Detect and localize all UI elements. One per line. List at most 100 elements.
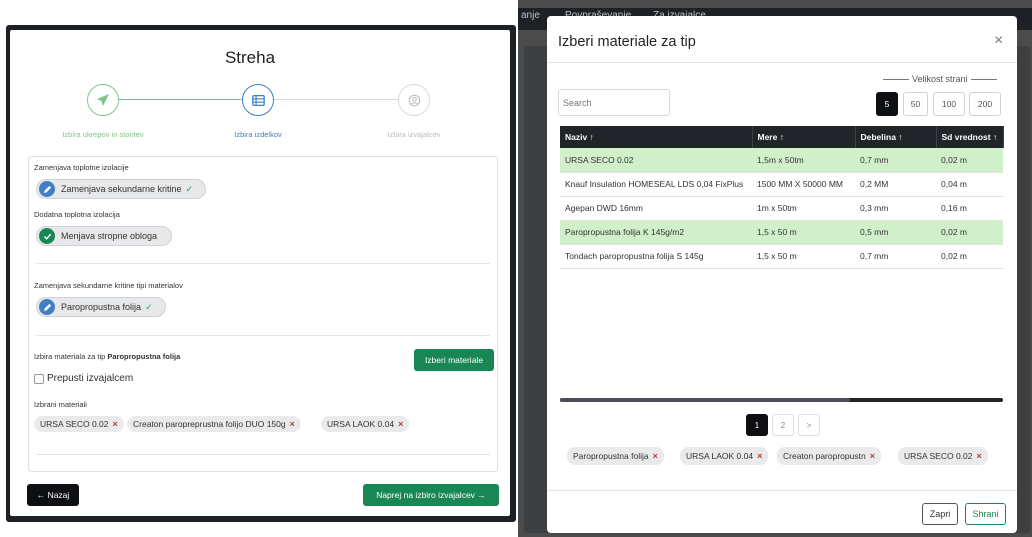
col-naziv[interactable]: Naziv ↑	[560, 126, 753, 148]
page-size-50[interactable]: 50	[903, 92, 928, 116]
cell-mere: 1,5 x 50 m	[752, 244, 855, 269]
table-row[interactable]: Agepan DWD 16mm 1m x 50tm 0,3 mm 0,16 m	[560, 196, 1003, 221]
section-label-izolacija: Zamenjava toplotne izolacije	[34, 163, 129, 172]
modal-title: Izberi materiale za tip	[558, 34, 696, 50]
col-sd-vrednost[interactable]: Sd vrednost ↑	[936, 126, 1004, 148]
step-2-label: Izbira izdelkov	[234, 130, 282, 139]
chip-label: URSA LAOK 0.04	[686, 451, 754, 461]
modal-header-divider	[547, 62, 1017, 63]
user-circle-icon	[408, 94, 420, 106]
cell-naziv: Knauf Insulation HOMESEAL LDS 0,04 FixPl…	[560, 172, 752, 197]
remove-icon[interactable]: ×	[398, 419, 403, 429]
page-size-5[interactable]: 5	[876, 92, 898, 116]
remove-icon[interactable]: ×	[653, 451, 658, 461]
selected-materials-label: Izbrani materiali	[34, 400, 87, 409]
materials-table: Naziv ↑ Mere ↑ Debelina ↑ Sd vrednost ↑ …	[560, 126, 1004, 269]
cell-mere: 1,5m x 50tm	[752, 148, 855, 173]
modal-footer-divider	[547, 490, 1017, 491]
material-type-name: Paropropustna folija	[107, 352, 181, 361]
cell-sd: 0,04 m	[936, 172, 1003, 197]
section-label-dodatna: Dodatna toplotna izolacija	[34, 210, 120, 219]
step-2-circle[interactable]	[242, 84, 274, 116]
cell-naziv: Agepan DWD 16mm	[560, 196, 752, 221]
stepper-line-pending	[272, 99, 398, 100]
section-label-tipi: Zamenjava sekundarne kritine tipi materi…	[34, 281, 183, 290]
chip-label: URSA SECO 0.02	[904, 451, 973, 461]
save-button[interactable]: Shrani	[965, 503, 1006, 525]
pill-menjava-obloga[interactable]: Menjava stropne obloga	[36, 226, 172, 246]
cell-naziv: URSA SECO 0.02	[560, 148, 752, 173]
cell-naziv: Paropropustna folija K 145g/m2	[560, 220, 752, 245]
cell-naziv: Tondach paropropustna folija S 145g	[560, 244, 752, 269]
step-1-label: Izbira ukrepov in storitev	[62, 130, 144, 139]
nav-item-anje[interactable]: anje	[521, 10, 540, 21]
table-row[interactable]: URSA SECO 0.02 1,5m x 50tm 0,7 mm 0,02 m	[560, 148, 1003, 173]
chip-label: URSA LAOK 0.04	[327, 419, 395, 429]
divider	[36, 454, 490, 455]
remove-icon[interactable]: ×	[113, 419, 118, 429]
remove-icon[interactable]: ×	[757, 451, 762, 461]
table-row[interactable]: Paropropustna folija K 145g/m2 1,5 x 50 …	[560, 220, 1003, 245]
next-button[interactable]: Naprej na izbiro izvajalcev →	[363, 484, 499, 506]
pencil-icon	[39, 181, 55, 197]
table-row[interactable]: Tondach paropropustna folija S 145g 1,5 …	[560, 244, 1003, 269]
selected-chip[interactable]: Creaton paropreprustna folijo DUO 150g ×	[127, 416, 301, 432]
cell-debelina: 0,7 mm	[855, 148, 936, 173]
cell-sd: 0,02 m	[936, 244, 1003, 269]
cell-debelina: 0,7 mm	[855, 244, 936, 269]
col-mere[interactable]: Mere ↑	[752, 126, 856, 148]
select-materials-button[interactable]: Izberi materiale	[414, 349, 494, 371]
pill-label: Zamenjava sekundarne kritine	[61, 184, 182, 194]
remove-icon[interactable]: ×	[870, 451, 875, 461]
check-icon: ✓	[145, 301, 153, 312]
step-1-circle[interactable]	[87, 84, 119, 116]
close-button[interactable]: Zapri	[922, 503, 958, 525]
step-3-circle[interactable]	[398, 84, 430, 116]
chip-label: Paropropustna folija	[573, 451, 649, 461]
chip-label: Creaton paropropustn	[783, 451, 866, 461]
cell-sd: 0,02 m	[936, 148, 1003, 173]
page-2-button[interactable]: 2	[772, 414, 794, 436]
cell-debelina: 0,3 mm	[855, 196, 936, 221]
divider	[36, 263, 490, 264]
dash	[883, 78, 909, 80]
divider	[36, 335, 490, 336]
pill-paropropustna[interactable]: Paropropustna folija ✓	[36, 297, 166, 317]
page-size-100[interactable]: 100	[933, 92, 965, 116]
back-button[interactable]: ← Nazaj	[27, 484, 79, 506]
list-icon	[251, 94, 265, 106]
modal-chip[interactable]: Paropropustna folija ×	[567, 447, 664, 465]
pill-label: Paropropustna folija	[61, 302, 142, 312]
leave-to-contractor-label: Prepusti izvajalcem	[47, 373, 134, 384]
modal-chip[interactable]: URSA SECO 0.02 ×	[898, 447, 988, 465]
page-1-button[interactable]: 1	[746, 414, 768, 436]
col-debelina[interactable]: Debelina ↑	[855, 126, 937, 148]
cell-mere: 1,5 x 50 m	[752, 220, 855, 245]
selected-chip[interactable]: URSA SECO 0.02 ×	[34, 416, 124, 432]
leave-to-contractor-checkbox[interactable]	[34, 374, 44, 384]
page-size-label: Velikost strani	[880, 74, 1000, 84]
remove-icon[interactable]: ×	[290, 419, 295, 429]
scrollbar-thumb[interactable]	[560, 398, 850, 402]
close-icon[interactable]: ×	[994, 32, 1003, 50]
remove-icon[interactable]: ×	[977, 451, 982, 461]
chip-label: Creaton paropreprustna folijo DUO 150g	[133, 419, 286, 429]
cell-debelina: 0,2 MM	[855, 172, 936, 197]
next-page-button[interactable]: >	[798, 414, 820, 436]
search-input[interactable]	[558, 89, 670, 116]
cell-debelina: 0,5 mm	[855, 220, 936, 245]
table-row[interactable]: Knauf Insulation HOMESEAL LDS 0,04 FixPl…	[560, 172, 1003, 197]
stepper-line-done	[119, 99, 256, 100]
pencil-icon	[39, 299, 55, 315]
selected-chip[interactable]: URSA LAOK 0.04 ×	[321, 416, 410, 432]
pill-zamenjava-kritine[interactable]: Zamenjava sekundarne kritine ✓	[36, 179, 206, 199]
page-title: Streha	[224, 48, 276, 67]
dash	[970, 78, 997, 80]
page-size-text: Velikost strani	[912, 74, 968, 84]
modal-chip[interactable]: Creaton paropropustn ×	[777, 447, 881, 465]
cell-mere: 1500 MM X 50000 MM	[752, 172, 855, 197]
cell-sd: 0,16 m	[936, 196, 1003, 221]
check-icon: ✓	[185, 183, 194, 194]
page-size-200[interactable]: 200	[969, 92, 1001, 116]
modal-chip[interactable]: URSA LAOK 0.04 ×	[680, 447, 769, 465]
